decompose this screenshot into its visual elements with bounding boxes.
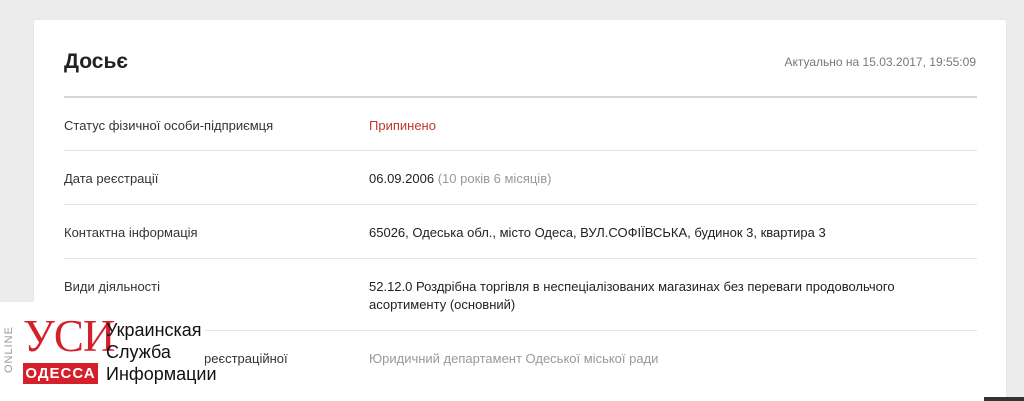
logo-city-bar: ОДЕССА [23,363,98,384]
last-updated-timestamp: Актуально на 15.03.2017, 19:55:09 [784,55,976,69]
registration-duration: (10 років 6 місяців) [437,171,552,186]
logo-online-text: ONLINE [3,326,15,374]
row-label-status: Статус фізичної особи-підприємця [64,118,274,133]
logo-words: Украинская Служба Информации [106,319,217,385]
registration-date: 06.09.2006 [369,171,435,186]
registration-authority-value: Юридичний департамент Одеської міської р… [369,351,659,366]
usi-odessa-logo: ONLINE УСИ ОДЕССА Украинская Служба Инфо… [0,302,217,401]
activities-value: 52.12.0 Роздрібна торгівля в неспеціаліз… [369,279,895,312]
contact-info-value: 65026, Одеська обл., місто Одеса, ВУЛ.СО… [369,225,826,240]
logo-city: ОДЕССА [25,365,96,382]
logo-word: Служба [106,342,171,362]
dossier-title: Досьє [64,50,128,73]
logo-brand: УСИ [23,311,115,361]
scrollbar-corner[interactable] [984,397,1024,401]
row-label-activities: Види діяльності [64,279,161,294]
status-value: Припинено [369,118,436,133]
row-label-contact-info: Контактна інформація [64,225,198,240]
logo-word: Украинская [106,320,202,340]
logo-word: Информации [106,364,217,384]
row-registration-date: Дата реєстрації 06.09.2006 (10 років 6 м… [64,151,977,205]
row-label-registration-date: Дата реєстрації [64,171,159,186]
row-label-registration-authority: реєстраційної [204,351,288,366]
registration-date-value: 06.09.2006 (10 років 6 місяців) [369,170,969,188]
row-contact-info: Контактна інформація 65026, Одеська обл.… [64,205,977,259]
row-status: Статус фізичної особи-підприємця Припине… [64,98,977,151]
